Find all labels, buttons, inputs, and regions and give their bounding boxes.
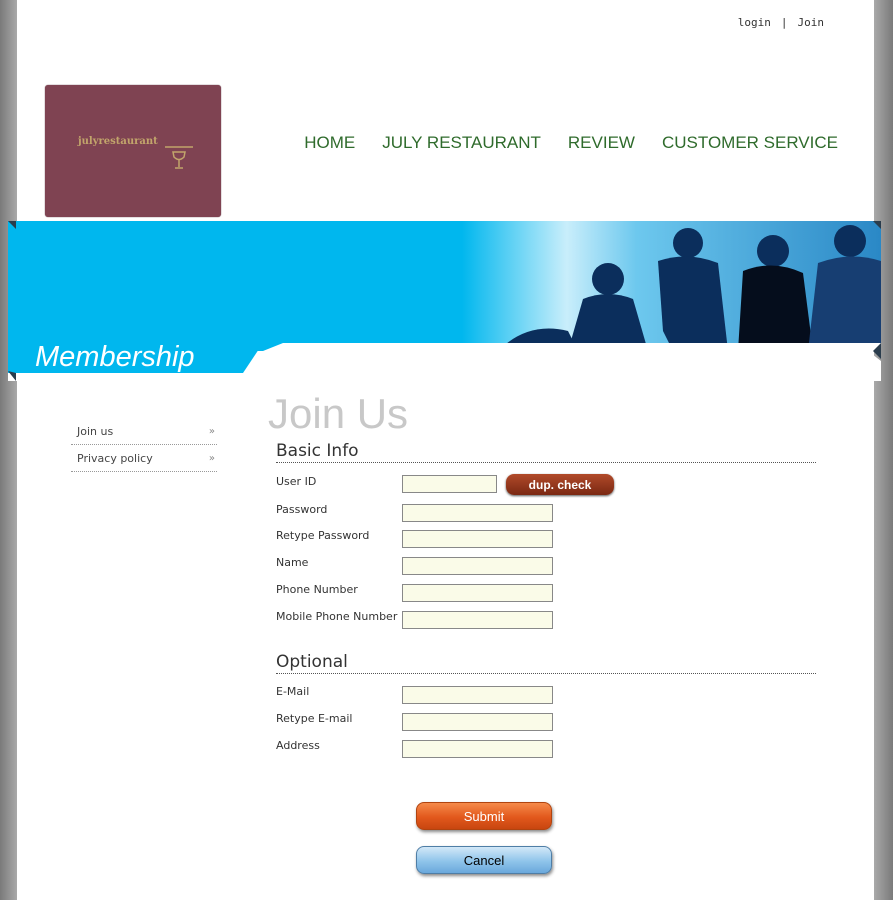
- email-input[interactable]: [402, 686, 553, 704]
- banner-title: Membership: [35, 341, 195, 373]
- userid-input[interactable]: [402, 475, 497, 493]
- logo[interactable]: julyrestaurant: [45, 85, 221, 217]
- page-title: Join Us: [268, 390, 409, 437]
- logo-text: julyrestaurant: [78, 136, 158, 147]
- name-label: Name: [276, 556, 309, 569]
- userid-label: User ID: [276, 475, 317, 488]
- nav-home[interactable]: HOME: [304, 133, 355, 153]
- dup-check-button[interactable]: dup. check: [506, 474, 614, 495]
- address-input[interactable]: [402, 740, 553, 758]
- right-shadow: [874, 0, 893, 900]
- nav-customer-service[interactable]: CUSTOMER SERVICE: [662, 133, 838, 153]
- retype-password-label: Retype Password: [276, 529, 370, 542]
- page: login | Join julyrestaurant HOME JULY REST…: [8, 0, 881, 900]
- retype-email-input[interactable]: [402, 713, 553, 731]
- password-label: Password: [276, 503, 328, 516]
- retype-email-label: Retype E-mail: [276, 712, 353, 725]
- email-label: E-Mail: [276, 685, 310, 698]
- retype-password-input[interactable]: [402, 530, 553, 548]
- side-item-privacy-policy[interactable]: Privacy policy »: [71, 445, 217, 472]
- top-links: login | Join: [738, 16, 824, 29]
- mobile-input[interactable]: [402, 611, 553, 629]
- basic-info-heading: Basic Info: [276, 441, 816, 463]
- side-menu: Join us » Privacy policy »: [71, 418, 217, 472]
- submit-button[interactable]: Submit: [416, 802, 552, 830]
- cancel-button[interactable]: Cancel: [416, 846, 552, 874]
- membership-banner: Membership: [8, 221, 881, 381]
- left-shadow: [0, 0, 17, 900]
- mobile-label: Mobile Phone Number: [276, 610, 398, 623]
- nav-july-restaurant[interactable]: JULY RESTAURANT: [382, 133, 541, 153]
- join-link[interactable]: Join: [798, 16, 825, 29]
- optional-heading: Optional: [276, 652, 816, 674]
- side-item-join-us[interactable]: Join us »: [71, 418, 217, 445]
- name-input[interactable]: [402, 557, 553, 575]
- top-links-separator: |: [780, 16, 788, 29]
- phone-label: Phone Number: [276, 583, 358, 596]
- login-link[interactable]: login: [738, 16, 771, 29]
- password-input[interactable]: [402, 504, 553, 522]
- nav-review[interactable]: REVIEW: [568, 133, 635, 153]
- side-item-label: Join us: [77, 424, 114, 438]
- arrow-right-icon: »: [208, 452, 215, 464]
- address-label: Address: [276, 739, 320, 752]
- side-item-label: Privacy policy: [77, 451, 153, 465]
- main-nav: HOME JULY RESTAURANT REVIEW CUSTOMER SER…: [304, 133, 838, 153]
- phone-input[interactable]: [402, 584, 553, 602]
- wine-glass-icon: [165, 146, 193, 169]
- arrow-right-icon: »: [208, 425, 215, 437]
